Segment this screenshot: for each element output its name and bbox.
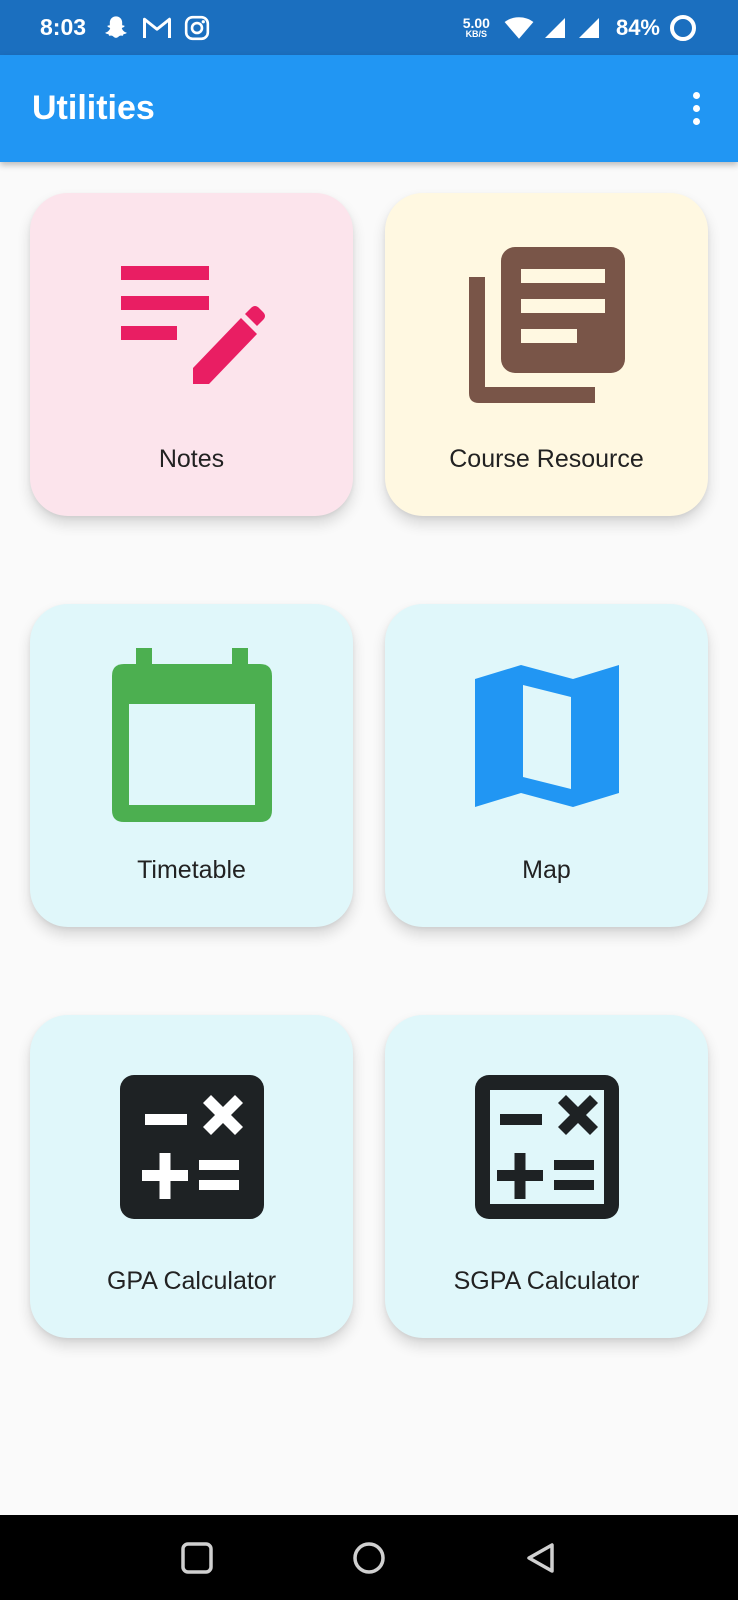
course-resource-card[interactable]: Course Resource	[385, 193, 708, 516]
card-label: Timetable	[137, 856, 246, 884]
calculator-outline-icon	[457, 1057, 637, 1237]
sgpa-calculator-card[interactable]: SGPA Calculator	[385, 1015, 708, 1338]
app-bar: Utilities	[0, 55, 738, 162]
notes-edit-icon	[102, 235, 282, 415]
net-speed-value: 5.00	[462, 15, 490, 31]
signal-icon	[578, 17, 599, 38]
recents-icon	[181, 1541, 213, 1574]
card-label: SGPA Calculator	[453, 1267, 640, 1295]
system-nav-bar	[0, 1515, 738, 1600]
status-bar: 8:03 5.00 KB/S 84%	[0, 0, 738, 55]
instagram-icon	[184, 15, 210, 40]
snapchat-icon	[105, 15, 127, 38]
calendar-icon	[102, 646, 282, 826]
utilities-grid: Notes Course Resource Timetable Map GPA …	[30, 193, 708, 1338]
home-icon	[353, 1541, 385, 1574]
gmail-icon	[143, 17, 172, 38]
wifi-icon	[504, 16, 534, 39]
back-button[interactable]	[511, 1528, 571, 1588]
system-status: 5.00 KB/S 84%	[463, 13, 698, 43]
map-card[interactable]: Map	[385, 604, 708, 927]
overflow-dot	[692, 118, 700, 125]
card-label: Notes	[158, 445, 225, 473]
overflow-menu-button[interactable]	[676, 79, 716, 139]
gpa-calculator-card[interactable]: GPA Calculator	[30, 1015, 353, 1338]
notes-card[interactable]: Notes	[30, 193, 353, 516]
net-speed-unit: KB/S	[465, 29, 488, 39]
overflow-dot	[692, 105, 700, 112]
page-title: Utilities	[32, 89, 155, 127]
battery-ring-icon	[670, 14, 696, 41]
battery-percentage: 84%	[615, 14, 660, 40]
timetable-card[interactable]: Timetable	[30, 604, 353, 927]
map-icon	[457, 646, 637, 826]
card-label: Course Resource	[449, 445, 644, 473]
recents-button[interactable]	[167, 1528, 227, 1588]
overflow-dot	[692, 92, 700, 99]
card-label: GPA Calculator	[106, 1267, 277, 1295]
status-time: 8:03	[40, 14, 87, 40]
calculator-icon	[102, 1057, 282, 1237]
signal-icon	[544, 17, 565, 38]
back-icon	[527, 1542, 554, 1573]
home-button[interactable]	[339, 1528, 399, 1588]
library-books-icon	[457, 235, 637, 415]
notification-icons	[102, 14, 210, 42]
net-speed: 5.00 KB/S	[463, 16, 490, 39]
card-label: Map	[522, 856, 571, 884]
